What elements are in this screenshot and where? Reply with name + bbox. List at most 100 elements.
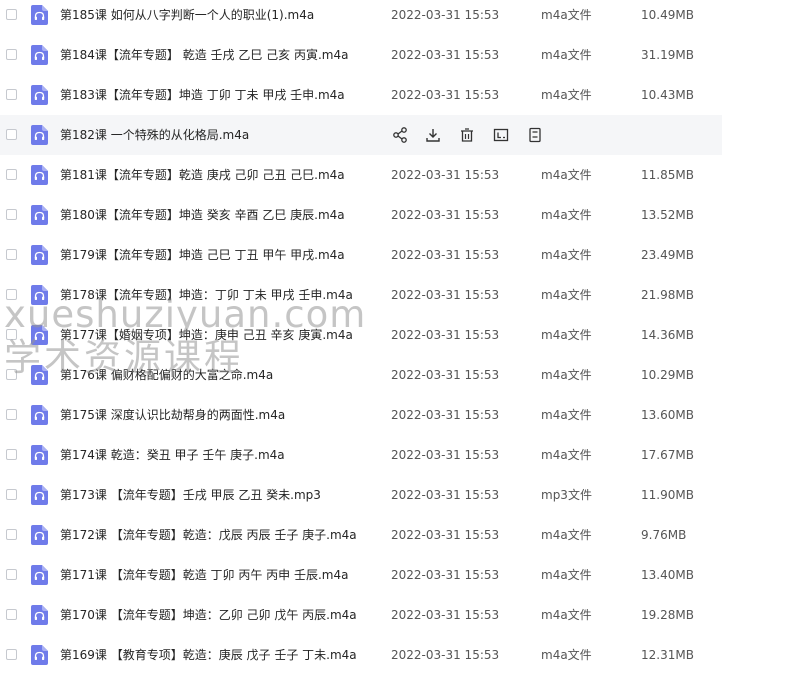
file-type: m4a文件 [541,568,592,582]
delete-icon[interactable] [458,126,476,144]
row-checkbox[interactable] [6,369,17,380]
row-checkbox[interactable] [6,409,17,420]
row-checkbox[interactable] [6,129,17,140]
row-checkbox[interactable] [6,329,17,340]
audio-file-icon [31,125,48,145]
file-name[interactable]: 第175课 深度认识比劫帮身的两面性.m4a [60,407,285,423]
file-size: 10.29MB [641,368,694,382]
audio-file-icon [31,565,48,585]
file-date: 2022-03-31 15:53 [391,48,500,62]
file-type: m4a文件 [541,448,592,462]
row-checkbox[interactable] [6,49,17,60]
file-type: m4a文件 [541,288,592,302]
row-checkbox[interactable] [6,209,17,220]
file-type: m4a文件 [541,88,592,102]
file-name[interactable]: 第180课【流年专题】坤造 癸亥 辛酉 乙巳 庚辰.m4a [60,207,345,223]
row-checkbox[interactable] [6,169,17,180]
file-name[interactable]: 第179课【流年专题】坤造 己巳 丁丑 甲午 甲戌.m4a [60,247,345,263]
row-checkbox[interactable] [6,609,17,620]
file-row[interactable]: 第170课 【流年专题】坤造：乙卯 己卯 戊午 丙辰.m4a 2022-03-31… [0,595,794,635]
file-type: m4a文件 [541,368,592,382]
audio-file-icon [31,85,48,105]
row-checkbox[interactable] [6,569,17,580]
file-date: 2022-03-31 15:53 [391,248,500,262]
file-date: 2022-03-31 15:53 [391,168,500,182]
file-size: 17.67MB [641,448,694,462]
file-date: 2022-03-31 15:53 [391,528,500,542]
file-name[interactable]: 第185课 如何从八字判断一个人的职业(1).m4a [60,7,314,23]
row-checkbox[interactable] [6,9,17,20]
file-date: 2022-03-31 15:53 [391,448,500,462]
file-size: 11.90MB [641,488,694,502]
row-checkbox[interactable] [6,89,17,100]
file-row[interactable]: 第183课【流年专题】坤造 丁卯 丁未 甲戌 壬申.m4a 2022-03-31 … [0,75,794,115]
file-name[interactable]: 第174课 乾造：癸丑 甲子 壬午 庚子.m4a [60,447,285,463]
audio-file-icon [31,285,48,305]
file-row[interactable]: 第171课 【流年专题】乾造 丁卯 丙午 丙申 壬辰.m4a 2022-03-31… [0,555,794,595]
audio-file-icon [31,405,48,425]
file-date: 2022-03-31 15:53 [391,408,500,422]
download-icon[interactable] [424,126,442,144]
file-row[interactable]: 第178课【流年专题】坤造：丁卯 丁未 甲戌 壬申.m4a 2022-03-31 … [0,275,794,315]
file-type: m4a文件 [541,608,592,622]
audio-file-icon [31,165,48,185]
file-date: 2022-03-31 15:53 [391,208,500,222]
file-date: 2022-03-31 15:53 [391,88,500,102]
file-type: m4a文件 [541,48,592,62]
file-name[interactable]: 第176课 偏财格配偏财的大富之命.m4a [60,367,273,383]
file-name[interactable]: 第173课 【流年专题】壬戌 甲辰 乙丑 癸未.mp3 [60,487,321,503]
file-name[interactable]: 第172课 【流年专题】乾造：戊辰 丙辰 壬子 庚子.m4a [60,527,357,543]
row-checkbox[interactable] [6,489,17,500]
file-name[interactable]: 第182课 一个特殊的从化格局.m4a [60,127,249,143]
audio-file-icon [31,325,48,345]
file-row[interactable]: 第174课 乾造：癸丑 甲子 壬午 庚子.m4a 2022-03-31 15:53… [0,435,794,475]
file-row[interactable]: 第173课 【流年专题】壬戌 甲辰 乙丑 癸未.mp3 2022-03-31 15… [0,475,794,515]
share-icon[interactable] [391,126,409,144]
file-date: 2022-03-31 15:53 [391,608,500,622]
file-row[interactable]: 第177课【婚姻专项】坤造：庚申 己丑 辛亥 庚寅.m4a 2022-03-31 … [0,315,794,355]
file-date: 2022-03-31 15:53 [391,288,500,302]
file-row[interactable]: 第180课【流年专题】坤造 癸亥 辛酉 乙巳 庚辰.m4a 2022-03-31 … [0,195,794,235]
file-name[interactable]: 第178课【流年专题】坤造：丁卯 丁未 甲戌 壬申.m4a [60,287,353,303]
file-row[interactable]: 第169课 【教育专项】乾造：庚辰 戊子 壬子 丁未.m4a 2022-03-31… [0,635,794,675]
file-name[interactable]: 第184课【流年专题】 乾造 壬戌 乙巳 己亥 丙寅.m4a [60,47,348,63]
file-size: 19.28MB [641,608,694,622]
more-icon[interactable] [526,126,544,144]
file-size: 13.40MB [641,568,694,582]
rename-icon[interactable] [492,126,510,144]
row-checkbox[interactable] [6,529,17,540]
file-name[interactable]: 第177课【婚姻专项】坤造：庚申 己丑 辛亥 庚寅.m4a [60,327,353,343]
file-row[interactable]: 第176课 偏财格配偏财的大富之命.m4a 2022-03-31 15:53 m4a… [0,355,794,395]
file-date: 2022-03-31 15:53 [391,488,500,502]
file-row[interactable]: 第175课 深度认识比劫帮身的两面性.m4a 2022-03-31 15:53 m4… [0,395,794,435]
file-name[interactable]: 第171课 【流年专题】乾造 丁卯 丙午 丙申 壬辰.m4a [60,567,348,583]
file-size: 31.19MB [641,48,694,62]
audio-file-icon [31,645,48,665]
file-type: m4a文件 [541,408,592,422]
file-row[interactable]: 第182课 一个特殊的从化格局.m4a [0,115,794,155]
file-list: 第185课 如何从八字判断一个人的职业(1).m4a 2022-03-31 15:… [0,0,794,675]
audio-file-icon [31,485,48,505]
file-row[interactable]: 第184课【流年专题】 乾造 壬戌 乙巳 己亥 丙寅.m4a 2022-03-31… [0,35,794,75]
file-name[interactable]: 第181课【流年专题】乾造 庚戌 己卯 己丑 己巳.m4a [60,167,345,183]
file-date: 2022-03-31 15:53 [391,568,500,582]
file-type: m4a文件 [541,248,592,262]
file-size: 21.98MB [641,288,694,302]
audio-file-icon [31,365,48,385]
file-name[interactable]: 第183课【流年专题】坤造 丁卯 丁未 甲戌 壬申.m4a [60,87,345,103]
row-checkbox[interactable] [6,449,17,460]
file-row[interactable]: 第179课【流年专题】坤造 己巳 丁丑 甲午 甲戌.m4a 2022-03-31 … [0,235,794,275]
file-row[interactable]: 第185课 如何从八字判断一个人的职业(1).m4a 2022-03-31 15:… [0,0,794,35]
row-checkbox[interactable] [6,649,17,660]
file-size: 12.31MB [641,648,694,662]
file-type: mp3文件 [541,488,592,502]
file-row[interactable]: 第181课【流年专题】乾造 庚戌 己卯 己丑 己巳.m4a 2022-03-31 … [0,155,794,195]
audio-file-icon [31,205,48,225]
file-name[interactable]: 第170课 【流年专题】坤造：乙卯 己卯 戊午 丙辰.m4a [60,607,357,623]
file-type: m4a文件 [541,528,592,542]
row-checkbox[interactable] [6,249,17,260]
file-name[interactable]: 第169课 【教育专项】乾造：庚辰 戊子 壬子 丁未.m4a [60,647,357,663]
file-size: 14.36MB [641,328,694,342]
row-checkbox[interactable] [6,289,17,300]
file-row[interactable]: 第172课 【流年专题】乾造：戊辰 丙辰 壬子 庚子.m4a 2022-03-31… [0,515,794,555]
